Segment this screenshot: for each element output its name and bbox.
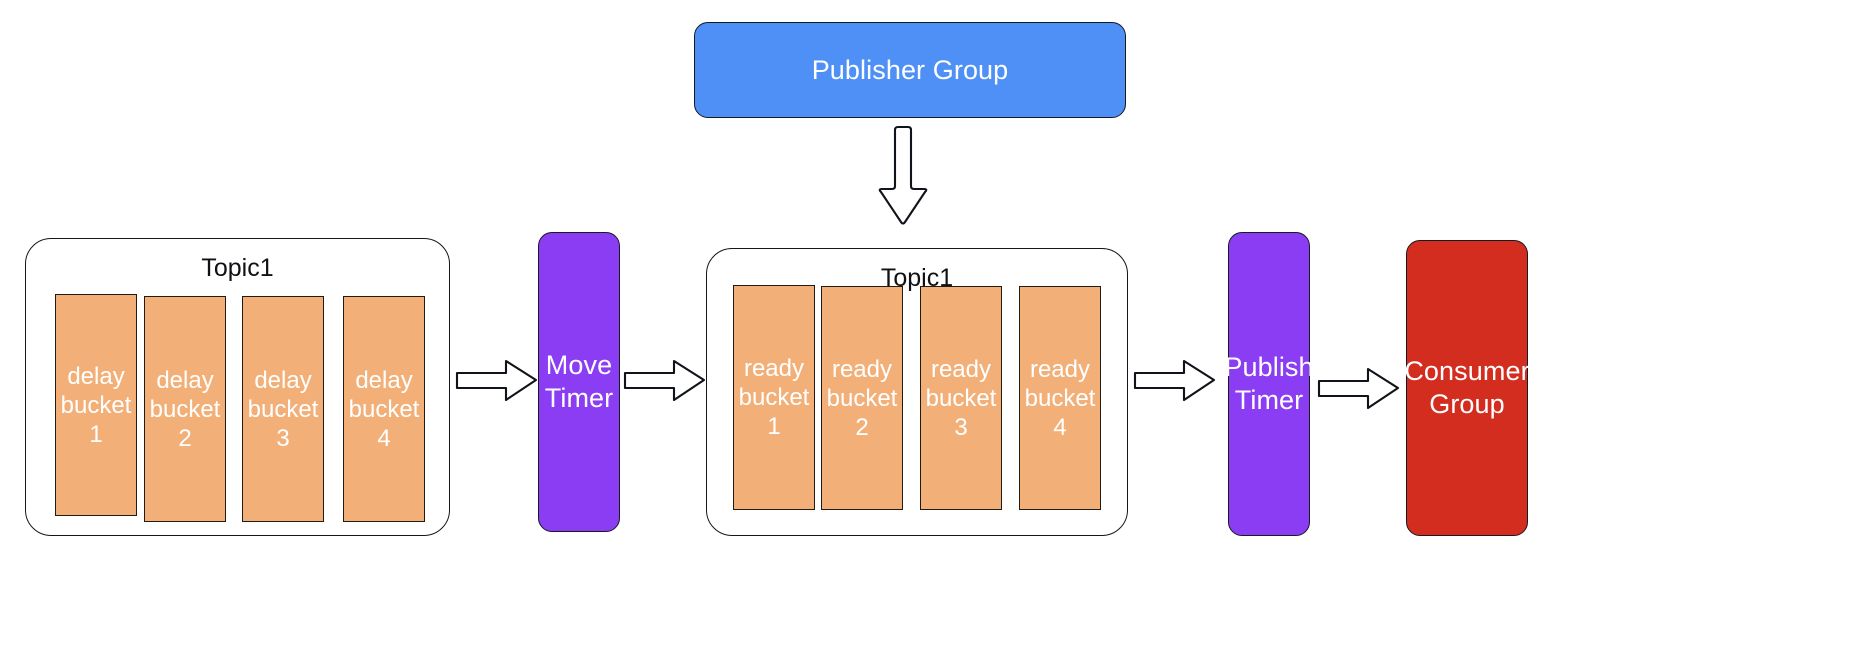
publisher-group-label: Publisher Group [811,54,1009,85]
bucket-text-line1: ready [831,355,893,383]
bucket-text-line1: delay [156,366,214,394]
publish-timer-line1: Publish [1224,352,1314,382]
delay-bucket-4-label: delay bucket 4 [349,366,420,453]
ready-bucket-4-label: ready bucket 4 [1025,355,1096,442]
bucket-text-line2: bucket [826,384,898,412]
move-timer-node[interactable]: Move Timer [538,232,620,532]
delay-bucket-1-label: delay bucket 1 [61,362,132,449]
consumer-group-line2: Group [1429,389,1505,419]
consumer-group-node[interactable]: Consumer Group [1404,240,1530,536]
ready-bucket-2-label: ready bucket 2 [827,355,898,442]
bucket-text-line1: delay [67,362,125,390]
bucket-text-line1: ready [1029,355,1091,383]
ready-bucket-2[interactable]: ready bucket 2 [821,286,903,510]
bucket-text-line2: bucket [738,384,810,411]
ready-bucket-1-label: ready bucket 1 [739,354,810,441]
bucket-text-line3: 3 [276,424,290,452]
bucket-text-line2: bucket [60,391,132,419]
bucket-text-line1: delay [355,366,413,394]
arrow-delay-topic-to-move-timer [455,358,538,404]
publish-timer-line2: Timer [1234,385,1304,415]
bucket-text-line3: 1 [767,413,781,440]
arrow-move-timer-to-ready-topic [623,358,706,404]
bucket-text-line3: 2 [855,413,869,441]
bucket-text-line2: bucket [1024,384,1096,412]
bucket-text-line3: 3 [954,413,968,441]
bucket-text-line1: ready [743,355,805,382]
bucket-text-line1: delay [254,366,312,394]
publish-timer-label: Publish Timer [1224,351,1313,417]
consumer-group-label: Consumer Group [1404,355,1529,421]
arrow-ready-topic-to-publish-timer [1133,358,1216,404]
bucket-text-line2: bucket [247,395,319,423]
arrow-publisher-to-ready-topic [876,125,930,226]
ready-bucket-3-label: ready bucket 3 [926,355,997,442]
publisher-group-node[interactable]: Publisher Group [694,22,1126,118]
ready-bucket-1[interactable]: ready bucket 1 [733,285,815,510]
delay-bucket-1[interactable]: delay bucket 1 [55,294,137,516]
delay-bucket-2-label: delay bucket 2 [150,366,221,453]
bucket-text-line3: 4 [377,424,391,452]
ready-bucket-4[interactable]: ready bucket 4 [1019,286,1101,510]
ready-bucket-3[interactable]: ready bucket 3 [920,286,1002,510]
move-timer-line2: Timer [544,383,614,413]
bucket-text-line2: bucket [149,395,221,423]
bucket-text-line3: 1 [89,420,103,448]
arrow-publish-timer-to-consumer-group [1317,366,1400,412]
bucket-text-line1: ready [930,355,992,383]
delay-topic-title: Topic1 [201,254,274,282]
delay-bucket-3[interactable]: delay bucket 3 [242,296,324,522]
consumer-group-line1: Consumer [1404,356,1530,386]
move-timer-label: Move Timer [545,349,614,415]
bucket-text-line2: bucket [348,395,420,423]
bucket-text-line3: 4 [1053,413,1067,441]
publish-timer-node[interactable]: Publish Timer [1224,232,1314,536]
delay-bucket-2[interactable]: delay bucket 2 [144,296,226,522]
bucket-text-line2: bucket [925,384,997,412]
diagram-canvas: Publisher Group Topic1 delay bucket 1 de… [0,0,1858,664]
bucket-text-line3: 2 [178,424,192,452]
delay-bucket-4[interactable]: delay bucket 4 [343,296,425,522]
delay-bucket-3-label: delay bucket 3 [248,366,319,453]
move-timer-line1: Move [545,350,613,380]
